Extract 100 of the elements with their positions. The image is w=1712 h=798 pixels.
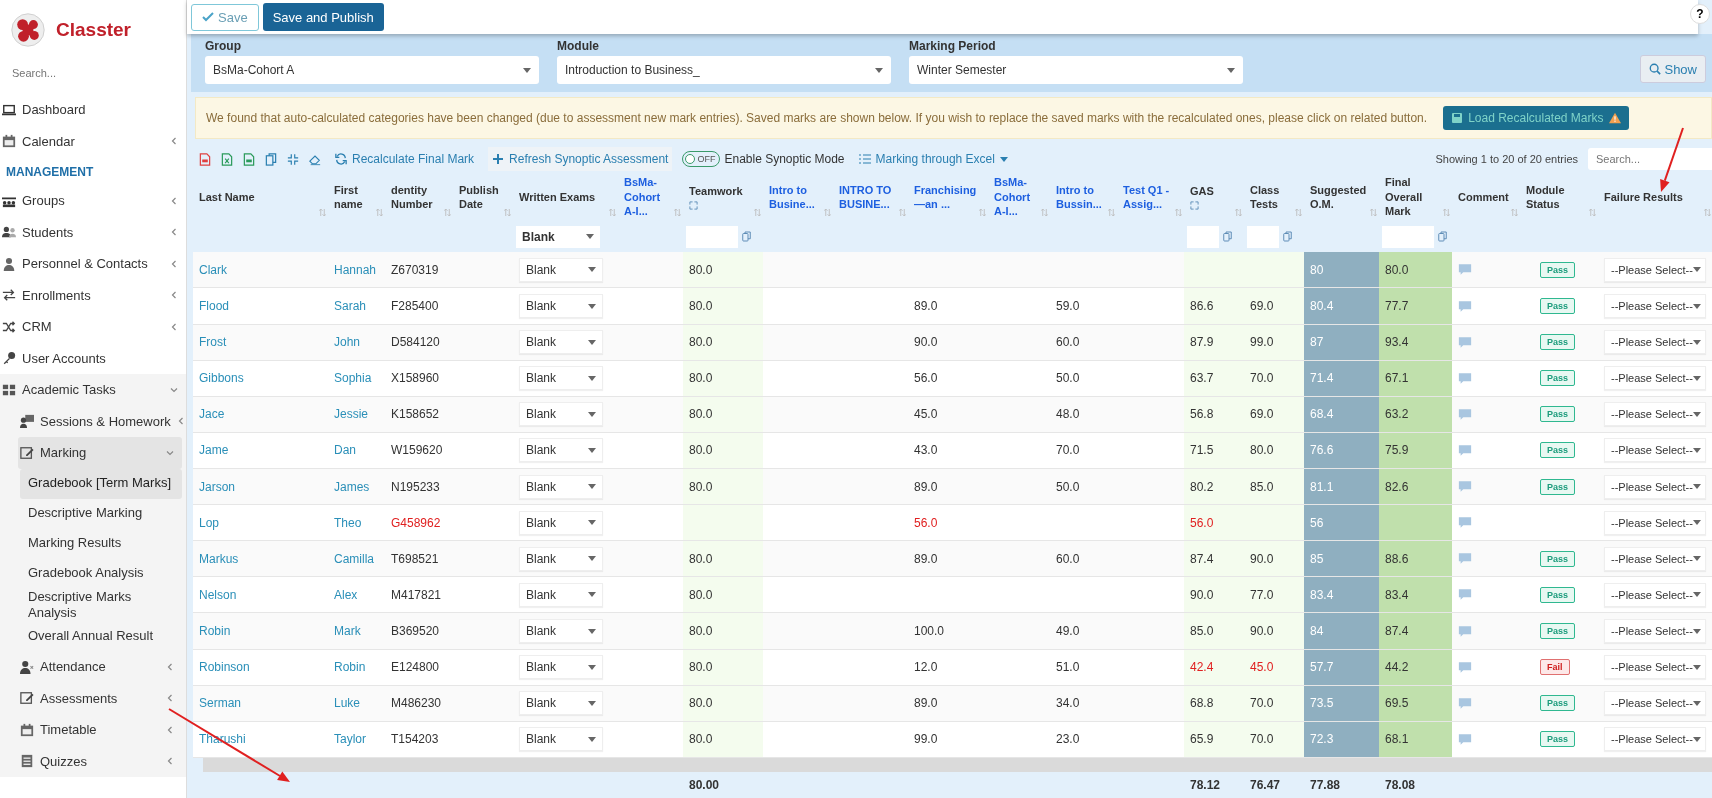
- student-name-link[interactable]: Gibbons: [199, 371, 244, 386]
- dropdown[interactable]: --Please Select--: [1604, 546, 1706, 571]
- nav-item[interactable]: Timetable: [18, 714, 182, 746]
- dropdown[interactable]: BsMa-Cohort A: [205, 56, 539, 84]
- nav-item[interactable]: Descriptive Marks Analysis: [20, 588, 182, 621]
- sort-icon[interactable]: [319, 207, 326, 217]
- expand-icon[interactable]: [1190, 200, 1199, 210]
- nav-item[interactable]: Descriptive Marking: [20, 498, 182, 529]
- show-button[interactable]: Show: [1640, 55, 1706, 83]
- dropdown[interactable]: Blank: [519, 294, 603, 319]
- sort-icon[interactable]: [754, 207, 761, 217]
- copy-icon[interactable]: [1283, 231, 1292, 242]
- dropdown[interactable]: Blank: [519, 691, 603, 716]
- csv-icon[interactable]: [243, 152, 255, 166]
- student-name-link[interactable]: Jarson: [199, 479, 236, 494]
- column-header[interactable]: Franchising —an ...: [914, 182, 979, 212]
- nav-item[interactable]: Overall Annual Result: [20, 621, 182, 651]
- comment-icon[interactable]: [1458, 299, 1472, 313]
- student-name-link[interactable]: Jessie: [334, 407, 368, 422]
- excel-marking-button[interactable]: Marking through Excel: [854, 147, 1012, 171]
- filter-input[interactable]: [1187, 225, 1219, 248]
- column-header[interactable]: Written Exams: [519, 189, 596, 204]
- student-name-link[interactable]: Serman: [199, 696, 242, 711]
- filter-input[interactable]: [1382, 225, 1434, 248]
- student-name-link[interactable]: Hannah: [334, 262, 377, 277]
- comment-icon[interactable]: [1458, 552, 1472, 566]
- column-header[interactable]: Publish Date: [459, 182, 504, 212]
- filter-input[interactable]: [686, 225, 738, 248]
- dropdown[interactable]: --Please Select--: [1604, 474, 1706, 499]
- column-header[interactable]: Intro to Bussin...: [1056, 182, 1108, 212]
- sort-icon[interactable]: [824, 207, 831, 217]
- dropdown[interactable]: Blank: [519, 402, 603, 427]
- filter-dropdown[interactable]: Blank: [516, 225, 600, 248]
- search-field[interactable]: Search...: [10, 66, 164, 80]
- dropdown[interactable]: Winter Semester: [909, 56, 1243, 84]
- nav-item[interactable]: Attendance: [18, 651, 182, 683]
- dropdown[interactable]: Blank: [519, 582, 603, 607]
- column-header[interactable]: Intro to Busine...: [769, 182, 824, 212]
- filter-input[interactable]: [1247, 225, 1279, 248]
- student-name-link[interactable]: Camilla: [334, 551, 374, 566]
- sort-icon[interactable]: [1295, 207, 1302, 217]
- comment-icon[interactable]: [1458, 516, 1472, 530]
- column-header[interactable]: Suggested O.M.: [1310, 182, 1370, 212]
- pdf-icon[interactable]: [199, 152, 211, 166]
- student-name-link[interactable]: Luke: [334, 696, 361, 711]
- dropdown[interactable]: --Please Select--: [1604, 294, 1706, 319]
- nav-item[interactable]: Quizzes: [18, 745, 182, 777]
- dropdown[interactable]: --Please Select--: [1604, 330, 1706, 355]
- nav-item[interactable]: Personnel & Contacts: [0, 248, 186, 280]
- dropdown[interactable]: --Please Select--: [1604, 257, 1706, 282]
- column-header[interactable]: INTRO TO BUSINE...: [839, 182, 899, 212]
- nav-item[interactable]: Students: [0, 216, 186, 248]
- nav-item[interactable]: Calendar: [0, 125, 186, 157]
- dropdown[interactable]: Introduction to Business_: [557, 56, 891, 84]
- nav-item[interactable]: Gradebook Analysis: [20, 558, 182, 589]
- sort-icon[interactable]: [1511, 207, 1518, 217]
- sort-icon[interactable]: [376, 207, 383, 217]
- student-name-link[interactable]: Taylor: [334, 732, 366, 747]
- expand-icon[interactable]: [689, 200, 698, 210]
- student-name-link[interactable]: John: [334, 335, 361, 350]
- column-header[interactable]: Teamwork: [689, 183, 743, 198]
- sort-icon[interactable]: [674, 207, 681, 217]
- dropdown[interactable]: Blank: [519, 438, 603, 463]
- column-header[interactable]: Final Overall Mark: [1385, 175, 1443, 219]
- sort-icon[interactable]: [1443, 207, 1450, 217]
- dropdown[interactable]: --Please Select--: [1604, 366, 1706, 391]
- nav-item[interactable]: CRM: [0, 311, 186, 343]
- dropdown[interactable]: --Please Select--: [1604, 655, 1706, 680]
- student-name-link[interactable]: James: [334, 479, 370, 494]
- dropdown[interactable]: --Please Select--: [1604, 402, 1706, 427]
- student-name-link[interactable]: Lop: [199, 515, 220, 530]
- dropdown[interactable]: --Please Select--: [1604, 619, 1706, 643]
- nav-item[interactable]: Gradebook [Term Marks]: [20, 468, 182, 499]
- student-name-link[interactable]: Robin: [334, 660, 366, 675]
- comment-icon[interactable]: [1458, 696, 1472, 710]
- sort-icon[interactable]: [1589, 207, 1596, 217]
- comment-icon[interactable]: [1458, 624, 1472, 638]
- sort-icon[interactable]: [979, 207, 986, 217]
- nav-item[interactable]: Enrollments: [0, 279, 186, 311]
- student-name-link[interactable]: Sophia: [334, 371, 372, 386]
- column-header[interactable]: First name: [334, 182, 376, 212]
- student-name-link[interactable]: Robinson: [199, 660, 250, 675]
- student-name-link[interactable]: Dan: [334, 443, 356, 458]
- sort-icon[interactable]: [1175, 207, 1182, 217]
- dropdown[interactable]: Blank: [519, 619, 603, 643]
- sort-icon[interactable]: [1235, 207, 1242, 217]
- save-and-publish-button[interactable]: Save and Publish: [262, 3, 384, 31]
- nav-item[interactable]: Sessions & Homework: [18, 405, 182, 437]
- column-header[interactable]: BsMa-Cohort A-I...: [624, 175, 674, 219]
- sort-icon[interactable]: [609, 207, 616, 217]
- copy-icon[interactable]: [265, 152, 277, 166]
- column-header[interactable]: dentity Number: [391, 182, 444, 212]
- nav-item[interactable]: User Accounts: [0, 342, 186, 374]
- dropdown[interactable]: Blank: [519, 546, 603, 571]
- nav-item[interactable]: Dashboard: [0, 94, 186, 126]
- recalculate-button[interactable]: Recalculate Final Mark: [331, 147, 479, 171]
- student-name-link[interactable]: Alex: [334, 587, 358, 602]
- student-name-link[interactable]: Flood: [199, 299, 230, 314]
- sort-icon[interactable]: [1704, 207, 1711, 217]
- column-header[interactable]: Failure Results: [1604, 189, 1683, 204]
